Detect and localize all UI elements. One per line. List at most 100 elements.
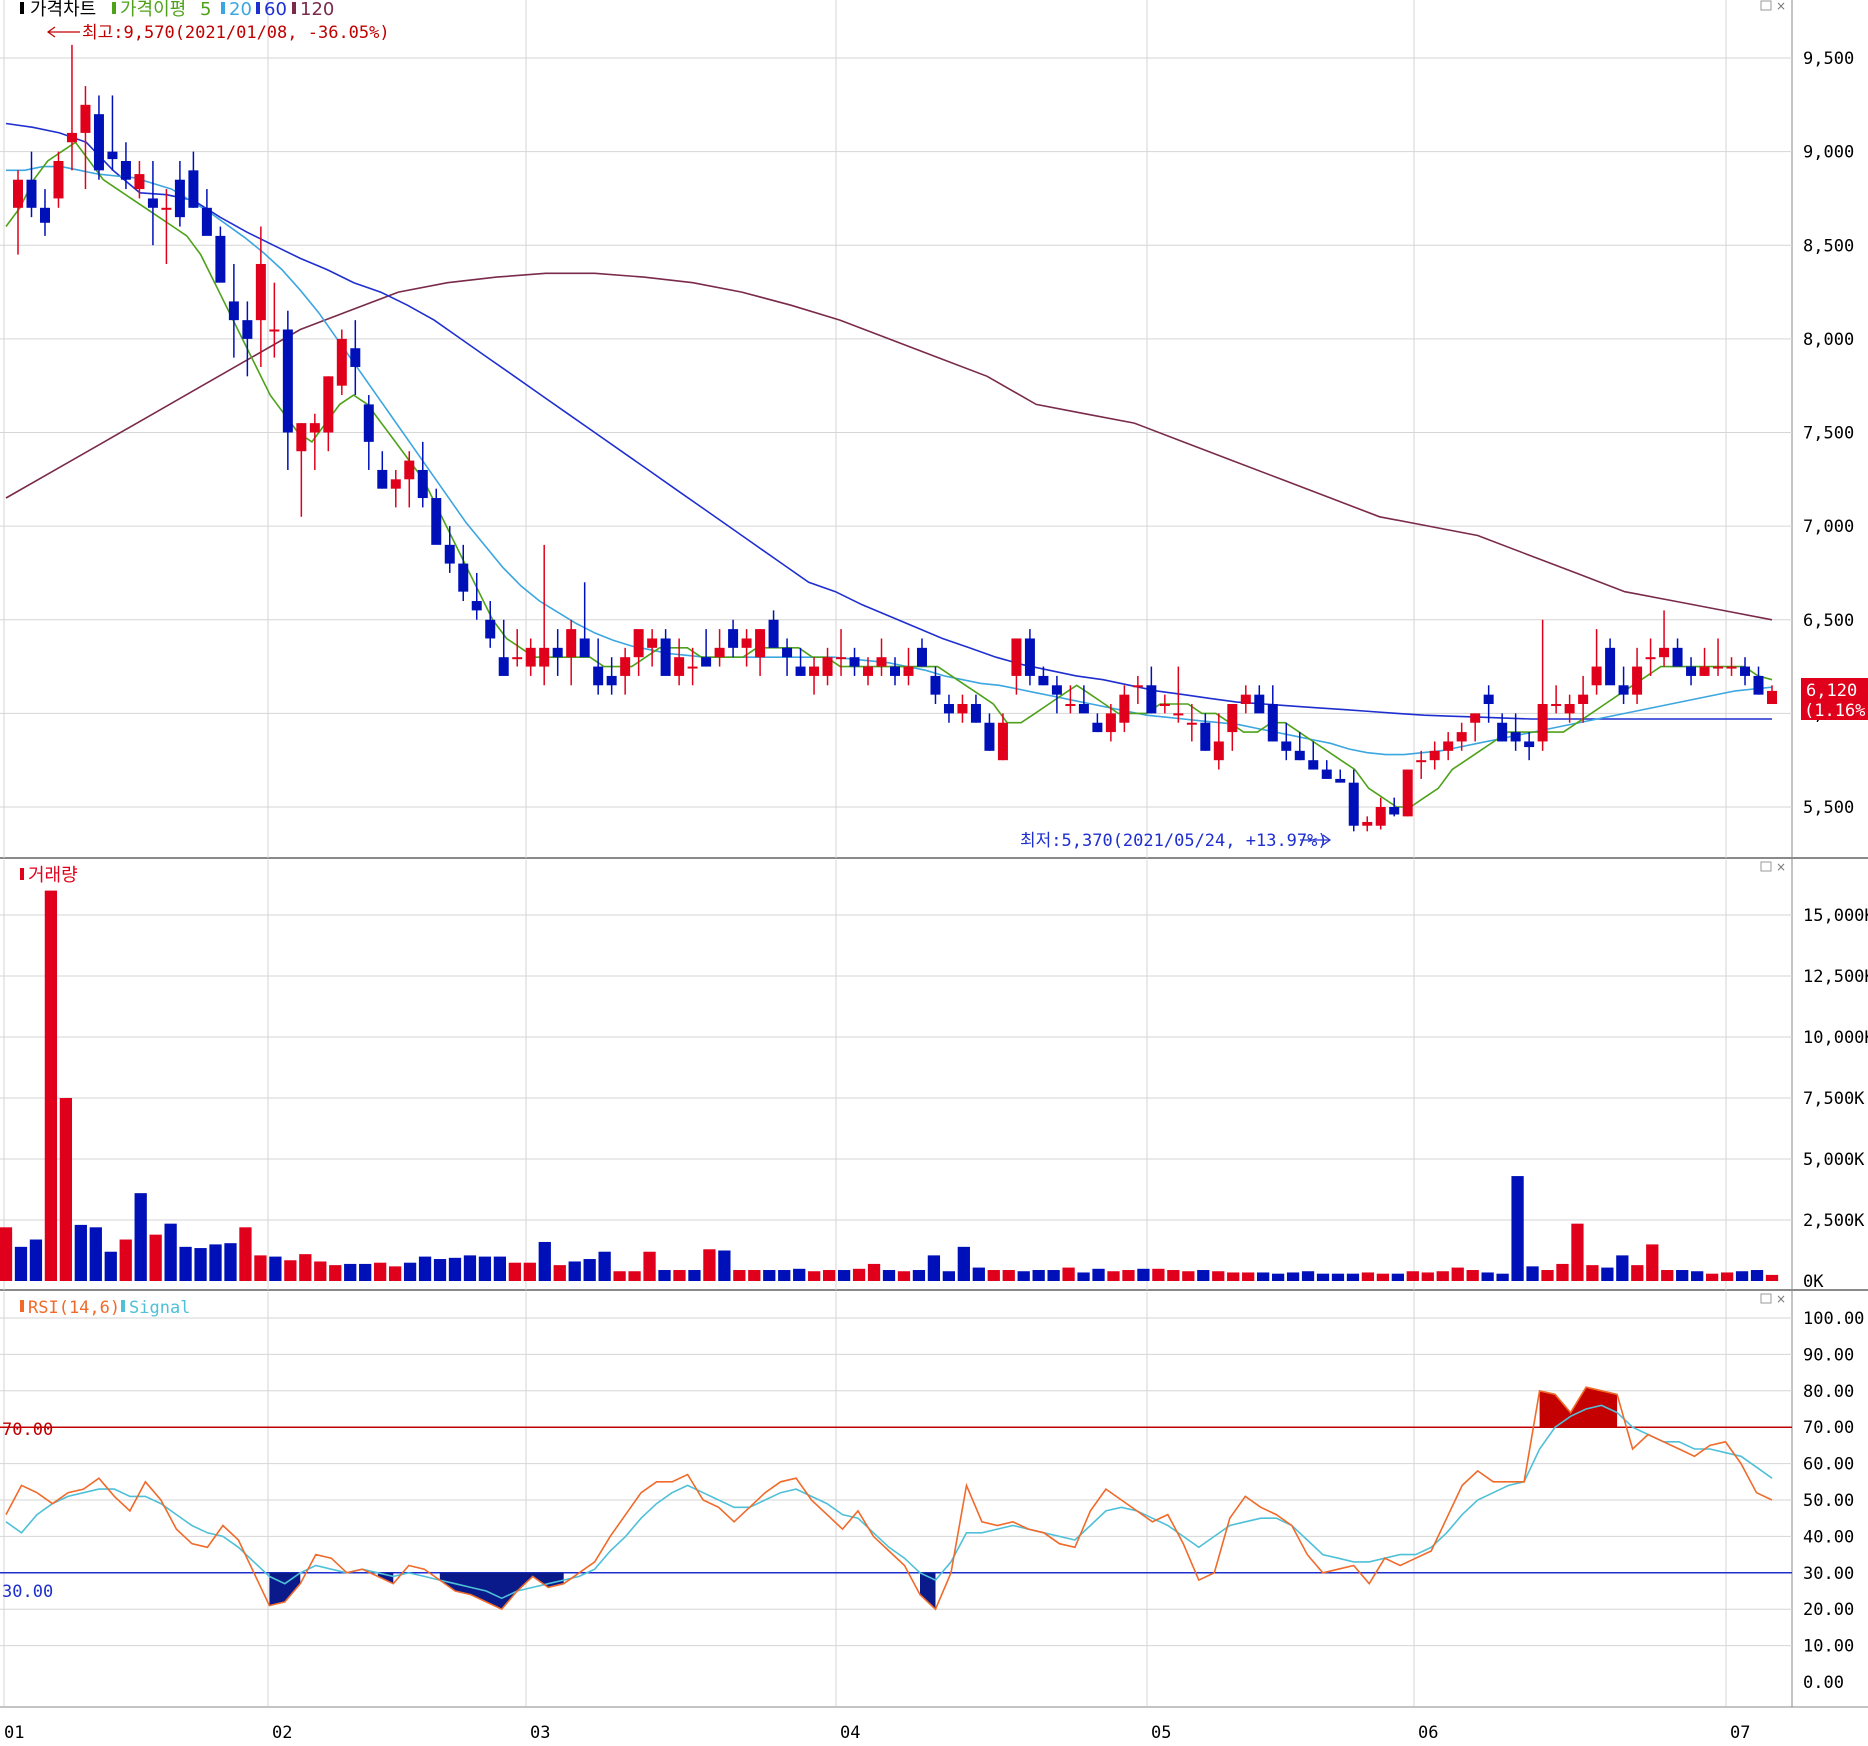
volume-bar (1391, 1273, 1404, 1281)
volume-bar (29, 1239, 43, 1281)
candle-body (1645, 657, 1656, 660)
volume-bar (568, 1261, 581, 1281)
high-label: 최고:9,570(2021/01/08, -36.05%) (82, 23, 390, 43)
rsi-tick-label: 0.00 (1803, 1673, 1844, 1693)
volume-bar (1511, 1176, 1524, 1281)
legend-ma5: 5 (200, 0, 211, 20)
candle-body (282, 329, 293, 433)
volume-tick-label: 2,500K (1803, 1211, 1865, 1231)
candle-body (431, 498, 442, 545)
candle-body (1699, 666, 1710, 676)
volume-bar (718, 1250, 731, 1281)
volume-bar (793, 1268, 806, 1281)
rsi-legend: RSI(14,6) Signal (20, 1298, 190, 1318)
stock-chart: 9,5009,0008,5008,0007,5007,0006,5006,000… (0, 0, 1868, 1746)
legend-volume: 거래량 (28, 865, 78, 886)
volume-bar (284, 1260, 297, 1281)
candle-body (916, 647, 927, 667)
rsi-tick-label: 90.00 (1803, 1345, 1854, 1365)
volume-bar (583, 1259, 596, 1281)
volume-bar (987, 1270, 1000, 1281)
candle-body (215, 235, 226, 283)
volume-bar (239, 1227, 252, 1281)
volume-bar (703, 1249, 716, 1281)
volume-bar (344, 1263, 357, 1281)
background (0, 0, 1868, 1746)
rsi-tick-label: 100.00 (1803, 1309, 1864, 1329)
volume-tick-label: 10,000K (1803, 1028, 1868, 1048)
candle-body (633, 629, 644, 658)
candle-body (1119, 694, 1130, 723)
volume-tick-label: 0K (1803, 1272, 1824, 1292)
candle-body (687, 666, 698, 669)
volume-bar (867, 1263, 881, 1281)
price-tick-label: 5,500 (1803, 798, 1854, 818)
volume-bar (0, 1227, 13, 1281)
candle-body (485, 619, 496, 639)
candle-body (458, 563, 469, 592)
close-icon[interactable]: × (1776, 0, 1786, 13)
candle-body (836, 657, 847, 660)
candle-body (417, 469, 428, 499)
volume-bar (1047, 1270, 1060, 1281)
candle-body (1132, 685, 1143, 688)
candle-body (566, 629, 577, 658)
price-tick-label: 9,500 (1803, 49, 1854, 69)
legend-ma20: 20 (229, 0, 252, 20)
volume-bar (1301, 1271, 1315, 1281)
candle-body (795, 666, 806, 676)
candle-body (1605, 647, 1616, 686)
candle-body (606, 675, 617, 686)
volume-bar (194, 1248, 207, 1281)
candle-body (647, 638, 658, 648)
volume-bar (1481, 1272, 1494, 1281)
volume-bar (1586, 1265, 1599, 1281)
price-tick-label: 9,000 (1803, 143, 1854, 163)
candle-body (1456, 732, 1467, 742)
volume-bar (164, 1223, 177, 1281)
low-annotation: 최저:5,370(2021/05/24, +13.97%) (1020, 831, 1332, 851)
candle-body (1551, 704, 1562, 707)
volume-bar (1286, 1272, 1300, 1281)
close-icon[interactable]: × (1776, 1292, 1786, 1306)
volume-bar (822, 1270, 836, 1281)
price-tick-label: 8,000 (1803, 330, 1854, 350)
candle-body (1618, 685, 1629, 695)
volume-bar (403, 1262, 417, 1281)
close-icon[interactable]: × (1776, 860, 1786, 874)
volume-bar (673, 1270, 686, 1281)
volume-bar (1631, 1265, 1644, 1281)
volume-bar (957, 1246, 970, 1281)
candle-body (390, 479, 401, 489)
candle-body (13, 179, 23, 208)
candle-body (255, 263, 266, 321)
candle-body (660, 638, 671, 676)
legend-swatch (292, 2, 296, 14)
volume-bar (523, 1262, 536, 1281)
volume-bar (1661, 1270, 1674, 1281)
volume-bar (1646, 1244, 1659, 1281)
candle-body (1726, 666, 1737, 669)
candle-body (53, 160, 64, 199)
volume-bar (763, 1270, 776, 1281)
x-tick-label: 01 (4, 1723, 24, 1743)
candle-body (890, 666, 900, 676)
volume-bar (1182, 1271, 1195, 1281)
candle-body (1308, 760, 1319, 770)
candle-body (1186, 722, 1197, 725)
candle-body (1564, 704, 1575, 714)
volume-bar (1032, 1270, 1045, 1281)
volume-bar (1571, 1223, 1584, 1281)
candle-body (1362, 821, 1373, 826)
volume-bar (1735, 1271, 1749, 1281)
candle-body (903, 666, 914, 676)
volume-bar (179, 1246, 192, 1281)
legend-swatch (20, 2, 24, 14)
volume-bar (837, 1270, 851, 1281)
candle-body (863, 666, 874, 676)
volume-bar (329, 1265, 342, 1281)
candle-body (39, 207, 50, 223)
candle-body (498, 657, 509, 676)
volume-bar (89, 1227, 102, 1281)
volume-bar (1062, 1267, 1075, 1281)
